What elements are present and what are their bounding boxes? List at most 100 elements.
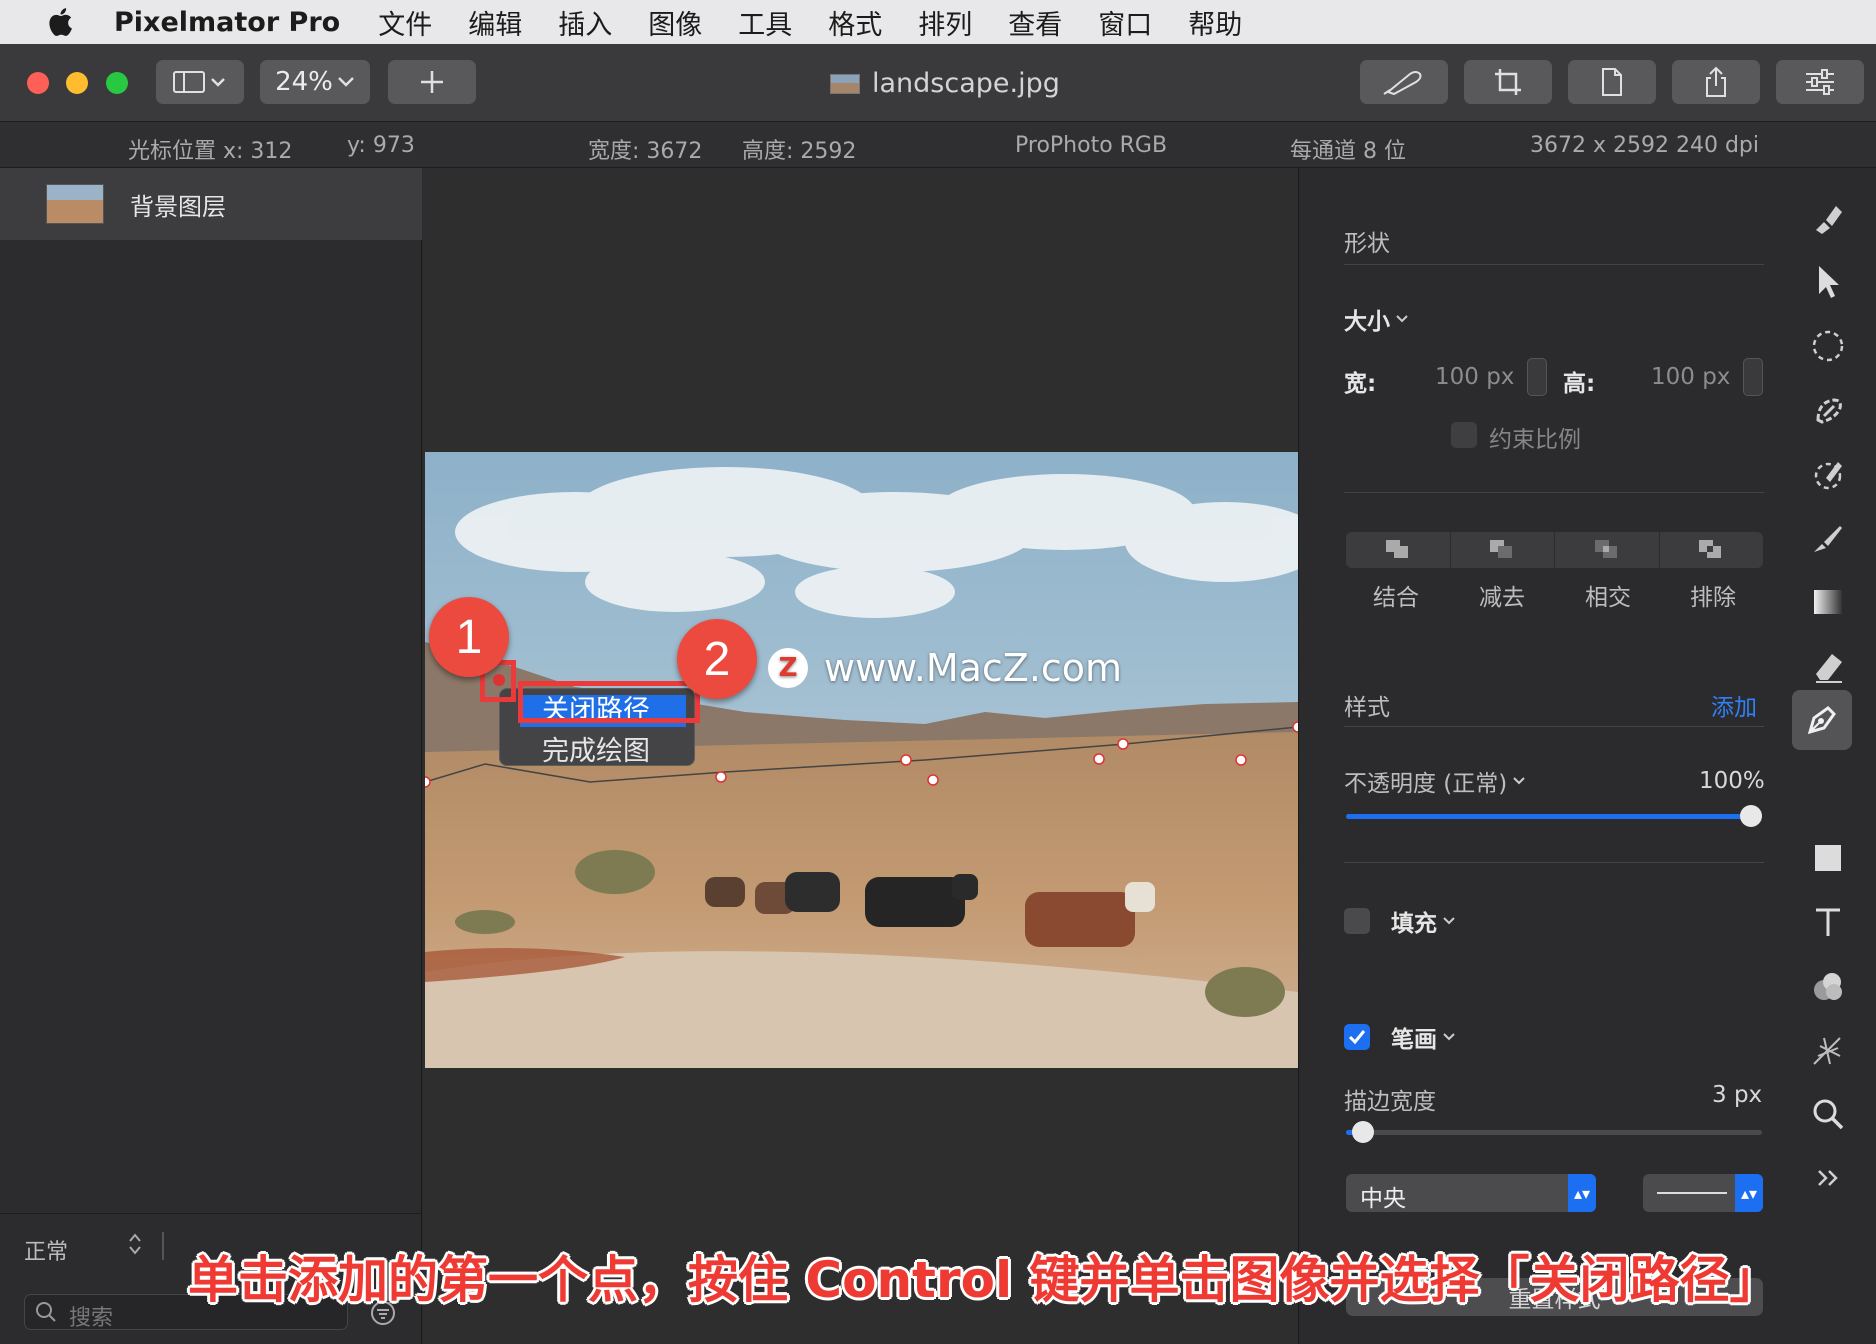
add-button[interactable] — [388, 60, 476, 104]
exclude-button[interactable] — [1660, 532, 1764, 568]
blend-mode-select[interactable]: 正常 — [24, 1234, 68, 1266]
color-picker-icon — [1814, 462, 1842, 490]
menu-image[interactable]: 图像 — [648, 3, 702, 42]
crop-icon — [1495, 69, 1521, 95]
updown-chevron-icon — [129, 1233, 141, 1255]
menu-view[interactable]: 查看 — [1008, 3, 1062, 42]
subtract-label: 减去 — [1479, 585, 1525, 611]
stroke-type-select[interactable]: ▴▾ — [1643, 1174, 1763, 1212]
intersect-button[interactable] — [1555, 532, 1660, 568]
close-window-button[interactable] — [27, 72, 49, 94]
updown-chevron-icon: ▴▾ — [1568, 1174, 1596, 1212]
text-t-icon — [1816, 908, 1840, 936]
adjustments-button[interactable] — [1776, 60, 1864, 104]
zoom-dropdown[interactable]: 24% — [260, 60, 370, 104]
info-bar: 光标位置 x: 312 y: 973 宽度: 3672 高度: 2592 Pro… — [0, 122, 1876, 168]
magnifier-icon — [1813, 1099, 1844, 1130]
opacity-dropdown[interactable]: 不透明度 (正常) — [1344, 764, 1527, 798]
menu-tools[interactable]: 工具 — [738, 3, 792, 42]
height-stepper[interactable] — [1743, 358, 1763, 396]
add-style-button[interactable]: 添加 — [1711, 688, 1757, 722]
arrow-pointer-icon — [1819, 266, 1839, 298]
tutorial-caption: 单击添加的第一个点，按住 Control 键并单击图像并选择「关闭路径」 — [188, 1251, 1780, 1309]
pen-nib-icon — [1807, 706, 1836, 735]
shapes-tool[interactable] — [1806, 836, 1850, 880]
stroke-position-value: 中央 — [1360, 1186, 1406, 1212]
sliders-icon — [1806, 69, 1834, 95]
pen-tool[interactable] — [1792, 690, 1852, 750]
stroke-width-value: 3 px — [1712, 1082, 1763, 1108]
gradient-icon — [1814, 590, 1842, 614]
apple-logo-icon[interactable] — [40, 7, 80, 37]
style-tool[interactable] — [1806, 196, 1850, 240]
constrain-checkbox[interactable] — [1451, 422, 1477, 448]
width-stepper[interactable] — [1527, 358, 1547, 396]
menu-edit[interactable]: 编辑 — [468, 3, 522, 42]
menu-window[interactable]: 窗口 — [1098, 3, 1152, 42]
selection-tool[interactable] — [1806, 324, 1850, 368]
height-field[interactable]: 100 px — [1651, 364, 1730, 390]
format-panel: 形状 大小 宽: 100 px 高: 100 px 约束比例 结合 减去 相交 … — [1298, 168, 1778, 1344]
quick-selection-tool[interactable] — [1806, 388, 1850, 432]
color-selection-tool[interactable] — [1806, 452, 1850, 496]
crop-button[interactable] — [1464, 60, 1552, 104]
app-menu[interactable]: Pixelmator Pro — [114, 7, 340, 38]
magic-selection-icon — [1816, 398, 1842, 424]
cursor-x: 光标位置 x: 312 — [128, 139, 293, 164]
color-adjust-tool[interactable] — [1806, 964, 1850, 1008]
stroke-width-slider[interactable] — [1346, 1121, 1762, 1143]
type-tool[interactable] — [1806, 900, 1850, 944]
stroke-width-slider-knob[interactable] — [1352, 1121, 1374, 1143]
highlight-box — [518, 681, 700, 723]
distort-tool[interactable] — [1806, 1028, 1850, 1072]
document-name: landscape.jpg — [872, 68, 1060, 99]
tools-strip — [1778, 168, 1876, 1344]
chevron-down-icon — [1396, 315, 1408, 323]
size-dropdown[interactable]: 大小 — [1344, 302, 1410, 336]
chevron-down-icon — [1443, 917, 1455, 925]
search-icon — [36, 1302, 56, 1322]
gradient-tool[interactable] — [1806, 580, 1850, 624]
share-button[interactable] — [1672, 60, 1760, 104]
intersect-icon — [1594, 540, 1617, 558]
sidebar-toggle-button[interactable] — [156, 60, 244, 104]
finish-drawing-menu-item[interactable]: 完成绘图 — [542, 729, 650, 768]
stroke-position-select[interactable]: 中央 ▴▾ — [1346, 1174, 1596, 1212]
width-field[interactable]: 100 px — [1435, 364, 1514, 390]
menu-arrange[interactable]: 排列 — [918, 3, 972, 42]
arrange-tool[interactable] — [1806, 260, 1850, 304]
layer-name: 背景图层 — [130, 192, 226, 221]
exclude-icon — [1699, 540, 1722, 558]
erase-tool[interactable] — [1806, 644, 1850, 688]
shape-operations — [1346, 532, 1763, 568]
menu-insert[interactable]: 插入 — [558, 3, 612, 42]
opacity-slider-knob[interactable] — [1740, 805, 1762, 827]
sidebar-icon — [173, 71, 225, 93]
paint-tool[interactable] — [1806, 516, 1850, 560]
exclude-label: 排除 — [1690, 585, 1736, 611]
stroke-checkbox[interactable] — [1344, 1024, 1370, 1050]
zoom-tool[interactable] — [1806, 1092, 1850, 1136]
menu-format[interactable]: 格式 — [828, 3, 882, 42]
combine-label: 结合 — [1373, 585, 1419, 611]
fill-checkbox[interactable] — [1344, 908, 1370, 934]
zoom-window-button[interactable] — [106, 72, 128, 94]
menu-file[interactable]: 文件 — [378, 3, 432, 42]
more-tools-button[interactable] — [1806, 1156, 1850, 1200]
minimize-window-button[interactable] — [66, 72, 88, 94]
macz-logo-icon: Z — [768, 648, 808, 688]
subtract-button[interactable] — [1451, 532, 1555, 568]
document-icon — [830, 73, 860, 94]
checkmark-icon — [1348, 1030, 1366, 1045]
divider — [1344, 862, 1764, 863]
fill-dropdown[interactable]: 填充 — [1391, 904, 1457, 938]
plus-icon — [421, 71, 443, 93]
stroke-dropdown[interactable]: 笔画 — [1391, 1020, 1457, 1054]
menu-help[interactable]: 帮助 — [1188, 3, 1242, 42]
layer-row[interactable]: 背景图层 — [0, 168, 422, 240]
width-label: 宽: — [1344, 371, 1377, 397]
brush-tools-button[interactable] — [1360, 60, 1448, 104]
document-format-button[interactable] — [1568, 60, 1656, 104]
combine-button[interactable] — [1346, 532, 1451, 568]
opacity-slider[interactable] — [1346, 805, 1762, 827]
